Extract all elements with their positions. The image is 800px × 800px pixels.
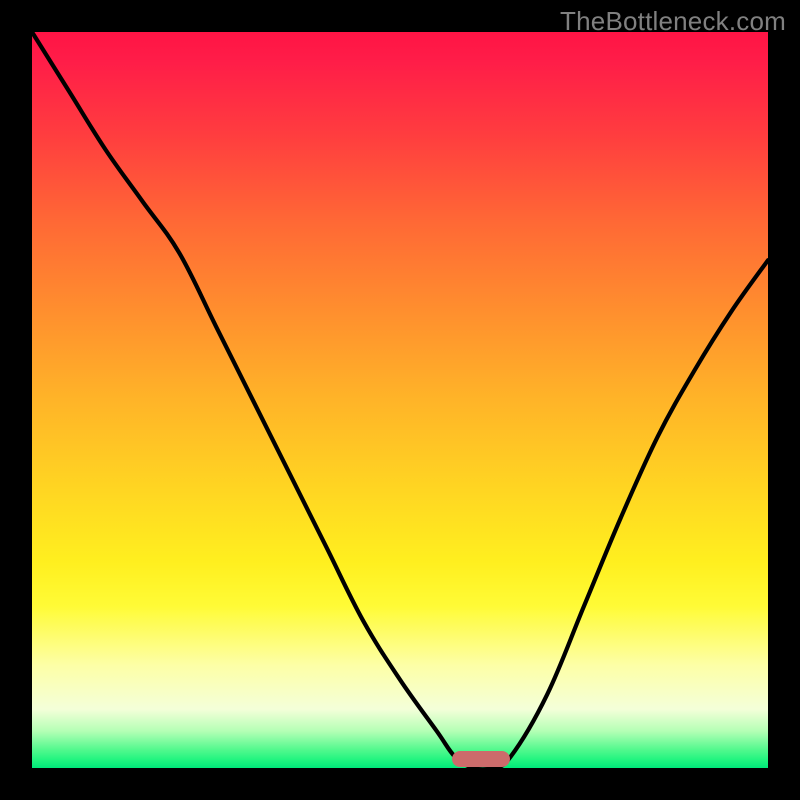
bottleneck-curve-path xyxy=(32,32,768,768)
plot-area xyxy=(32,32,768,768)
chart-container: TheBottleneck.com xyxy=(0,0,800,800)
bottleneck-curve xyxy=(32,32,768,768)
watermark-text: TheBottleneck.com xyxy=(560,6,786,37)
optimal-marker xyxy=(452,751,511,767)
